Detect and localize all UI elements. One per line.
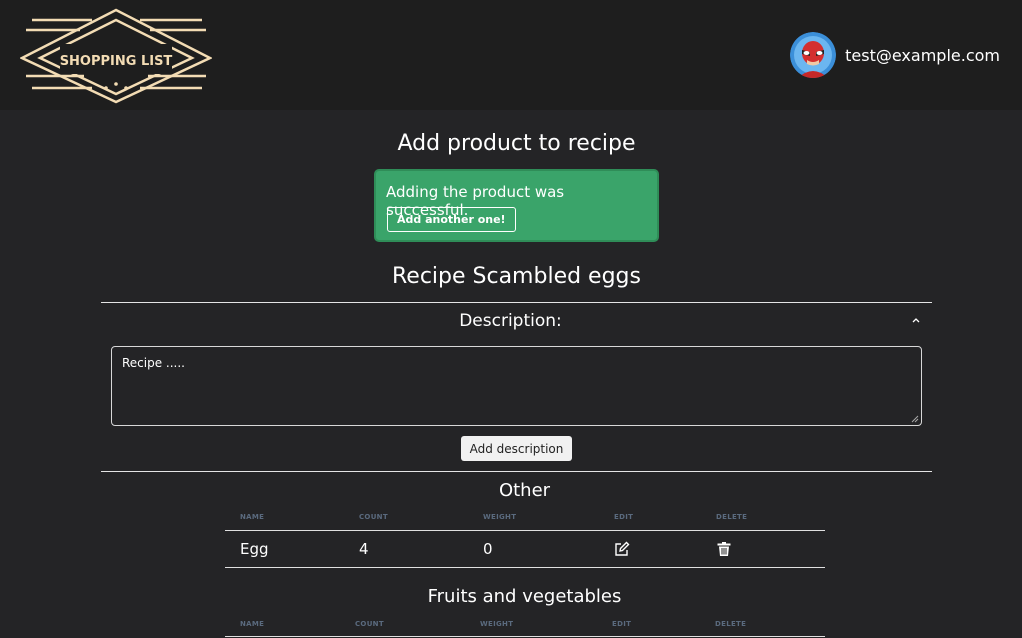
divider [101,302,932,303]
column-header-name: NAME [240,620,265,628]
column-header-weight: WEIGHT [483,513,517,521]
user-menu[interactable]: test@example.com [790,32,1000,78]
column-header-name: NAME [240,513,265,521]
column-header-count: COUNT [359,513,388,521]
edit-icon[interactable] [614,541,630,557]
description-heading: Description: [459,311,562,331]
section-title-fruits-vegetables: Fruits and vegetables [427,586,622,607]
shopping-list-logo[interactable]: SHOPPING LIST [20,8,212,104]
column-header-count: COUNT [355,620,384,628]
description-text: Recipe ..... [122,356,185,370]
page-title: Add product to recipe [397,131,636,156]
column-header-weight: WEIGHT [480,620,514,628]
add-description-button[interactable]: Add description [461,436,572,461]
table-header-divider [225,636,825,637]
success-alert: Adding the product was successful. Add a… [374,169,659,242]
description-textarea[interactable]: Recipe ..... [111,346,922,426]
superhero-avatar-icon[interactable] [790,32,837,78]
user-email[interactable]: test@example.com [845,46,1000,65]
cell-name: Egg [240,540,269,558]
chevron-up-icon[interactable] [909,313,923,327]
divider [101,471,932,472]
column-header-delete: DELETE [716,513,748,521]
logo-text: SHOPPING LIST [60,54,173,69]
column-header-edit: EDIT [612,620,632,628]
recipe-title: Recipe Scambled eggs [391,264,641,289]
add-another-button[interactable]: Add another one! [387,207,516,232]
resize-handle-icon[interactable] [911,415,919,423]
column-header-delete: DELETE [715,620,747,628]
trash-icon[interactable] [716,541,732,557]
table-header-divider [225,530,825,531]
cell-weight: 0 [483,540,493,558]
table-row-divider [225,567,825,568]
cell-count: 4 [359,540,369,558]
app-header: SHOPPING LIST test@example.com [0,0,1022,110]
section-title-other: Other [498,480,551,501]
column-header-edit: EDIT [614,513,634,521]
